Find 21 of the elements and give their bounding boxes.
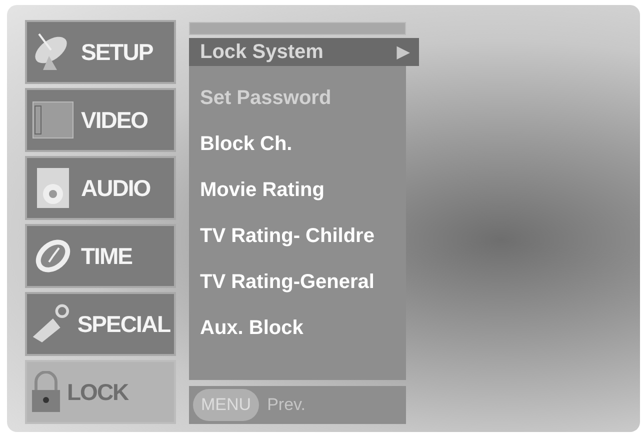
tab-label: VIDEO	[81, 106, 148, 134]
menu-item[interactable]: Lock System ▶	[189, 38, 419, 66]
menu-item[interactable]: TV Rating- Childre	[189, 213, 406, 259]
menu-tab[interactable]: SPECIAL	[25, 292, 176, 356]
padlock-icon	[31, 371, 61, 413]
menu-item[interactable]: Movie Rating	[189, 167, 406, 213]
tab-label: AUDIO	[81, 174, 150, 202]
menu-tab[interactable]: AUDIO	[25, 156, 176, 220]
menu-item[interactable]: Block Ch.	[189, 121, 406, 167]
menu-item[interactable]: TV Rating-General	[189, 259, 406, 305]
tab-label: TIME	[81, 242, 132, 270]
menu-tab[interactable]: SETUP	[25, 20, 176, 84]
tab-label: SPECIAL	[77, 310, 170, 338]
tab-label: SETUP	[81, 38, 153, 66]
menu-tab[interactable]: LOCK	[25, 360, 176, 424]
menu-tab[interactable]: VIDEO	[25, 88, 176, 152]
menu-item[interactable]: Aux. Block	[189, 305, 406, 351]
menu-tab[interactable]: TIME	[25, 224, 176, 288]
tab-label: LOCK	[67, 378, 128, 406]
hint-text: Prev.	[267, 395, 306, 415]
arrow-icon: ▶	[397, 42, 409, 62]
